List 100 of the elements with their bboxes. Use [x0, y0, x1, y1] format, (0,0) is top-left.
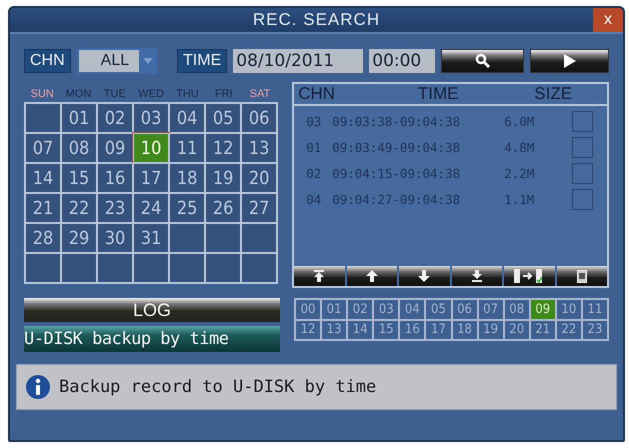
calendar-day[interactable]: 07 [25, 133, 62, 163]
calendar-day[interactable]: 09 [97, 133, 134, 163]
channel-dropdown[interactable]: ALL [76, 48, 158, 74]
hour-cell[interactable]: 06 [452, 299, 478, 320]
hour-cell[interactable]: 15 [373, 320, 400, 340]
hour-cell[interactable]: 00 [295, 299, 322, 320]
calendar-day[interactable]: 29 [61, 223, 98, 253]
hour-cell[interactable]: 18 [452, 320, 478, 340]
size-cell-text: 2.2M [504, 166, 536, 180]
hour-cell[interactable]: 22 [556, 320, 582, 340]
search-button[interactable] [441, 49, 524, 73]
channel-cell-text: 04 [306, 192, 322, 206]
calendar-day[interactable]: 25 [169, 193, 206, 223]
play-button[interactable] [530, 49, 609, 73]
calendar-day[interactable]: 05 [205, 103, 242, 133]
calendar-day[interactable]: 14 [25, 163, 62, 193]
calendar-day[interactable]: 26 [205, 193, 242, 223]
hour-cell[interactable]: 16 [399, 320, 426, 340]
size-cell-text: 1.1M [504, 192, 536, 206]
time-label: TIME [177, 49, 228, 73]
page-down-button[interactable] [399, 266, 450, 286]
backup-button[interactable] [556, 266, 607, 286]
calendar-day[interactable]: 17 [133, 163, 170, 193]
time-field[interactable]: 00:00 [369, 49, 436, 73]
select-all-button[interactable] [504, 266, 555, 286]
time-range-cell-text: 09:03:38-09:04:38 [332, 114, 462, 128]
weekday-label: FRI [214, 88, 234, 100]
column-header: CHN [298, 84, 336, 104]
bottom-arrow-icon [470, 269, 484, 283]
hour-cell[interactable]: 13 [321, 320, 348, 340]
dropdown-caret-icon [143, 58, 154, 64]
backup-option[interactable]: U-DISK backup by time [24, 326, 280, 352]
status-message: Backup record to U-DISK by time [59, 377, 376, 397]
weekday-label: TUE [102, 88, 127, 100]
calendar-day[interactable]: 21 [25, 193, 62, 223]
calendar-day[interactable]: 03 [133, 103, 170, 133]
page-bottom-button[interactable] [452, 266, 502, 286]
column-header: TIME [416, 84, 460, 104]
calendar-day[interactable]: 10 [133, 133, 170, 163]
page-top-button[interactable] [294, 266, 345, 286]
calendar-day[interactable]: 06 [241, 103, 278, 133]
log-button[interactable]: LOG [24, 298, 280, 322]
calendar-day[interactable]: 11 [169, 133, 206, 163]
calendar-day[interactable]: 02 [97, 103, 134, 133]
calendar-day[interactable]: 27 [241, 193, 278, 223]
calendar-day[interactable]: 22 [61, 193, 98, 223]
calendar-day[interactable]: 18 [169, 163, 206, 193]
hour-cell[interactable]: 04 [399, 299, 426, 320]
calendar-day[interactable]: 30 [97, 223, 134, 253]
info-icon [25, 374, 51, 400]
record-checkbox[interactable] [572, 188, 593, 210]
hour-cell[interactable]: 09 [530, 299, 556, 320]
hour-cell[interactable]: 07 [478, 299, 504, 320]
page-up-button[interactable] [346, 266, 398, 286]
hour-cell[interactable]: 05 [425, 299, 452, 320]
record-checkbox[interactable] [572, 162, 593, 184]
channel-cell-text: 02 [306, 166, 322, 180]
date-field[interactable]: 08/10/2011 [233, 49, 364, 73]
hour-cell[interactable]: 20 [504, 320, 530, 340]
play-icon [562, 53, 577, 69]
calendar-day[interactable]: 08 [61, 133, 98, 163]
weekday-label: SAT [248, 88, 272, 100]
column-header: SIZE [533, 84, 574, 104]
hour-cell[interactable]: 01 [321, 299, 348, 320]
hour-cell[interactable]: 02 [347, 299, 374, 320]
size-cell-text: 6.0M [504, 114, 536, 128]
calendar-day[interactable]: 19 [205, 163, 242, 193]
hour-cell[interactable]: 12 [295, 320, 322, 340]
calendar-day[interactable]: 15 [61, 163, 98, 193]
hour-cell[interactable]: 03 [373, 299, 400, 320]
size-cell-text: 4.8M [504, 140, 536, 154]
hour-cell[interactable]: 08 [504, 299, 530, 320]
record-checkbox[interactable] [572, 136, 593, 158]
calendar-day[interactable]: 12 [205, 133, 242, 163]
calendar-day[interactable]: 20 [241, 163, 278, 193]
channel-cell-text: 01 [306, 140, 322, 154]
calendar-day[interactable]: 31 [133, 223, 170, 253]
close-button[interactable]: x [593, 8, 623, 32]
calendar-day[interactable]: 16 [97, 163, 134, 193]
calendar-day[interactable]: 24 [133, 193, 170, 223]
calendar-day[interactable]: 13 [241, 133, 278, 163]
hour-cell[interactable]: 11 [582, 299, 608, 320]
hour-cell[interactable]: 23 [582, 320, 608, 340]
hour-cell[interactable]: 21 [530, 320, 556, 340]
time-range-cell-text: 09:03:49-09:04:38 [332, 140, 462, 154]
weekday-label: WED [137, 88, 165, 100]
search-icon [474, 53, 491, 69]
hour-cell[interactable]: 10 [556, 299, 582, 320]
calendar-day[interactable]: 04 [169, 103, 206, 133]
hour-cell[interactable]: 17 [425, 320, 452, 340]
record-checkbox[interactable] [572, 110, 593, 132]
weekday-label: THU [175, 88, 200, 100]
top-arrow-icon [312, 269, 326, 283]
channel-label: CHN [24, 49, 71, 73]
hour-cell[interactable]: 19 [478, 320, 504, 340]
calendar-day[interactable]: 01 [61, 103, 98, 133]
calendar-day[interactable]: 28 [25, 223, 62, 253]
hour-cell[interactable]: 14 [347, 320, 374, 340]
calendar-day[interactable]: 23 [97, 193, 134, 223]
up-arrow-icon [364, 269, 379, 283]
